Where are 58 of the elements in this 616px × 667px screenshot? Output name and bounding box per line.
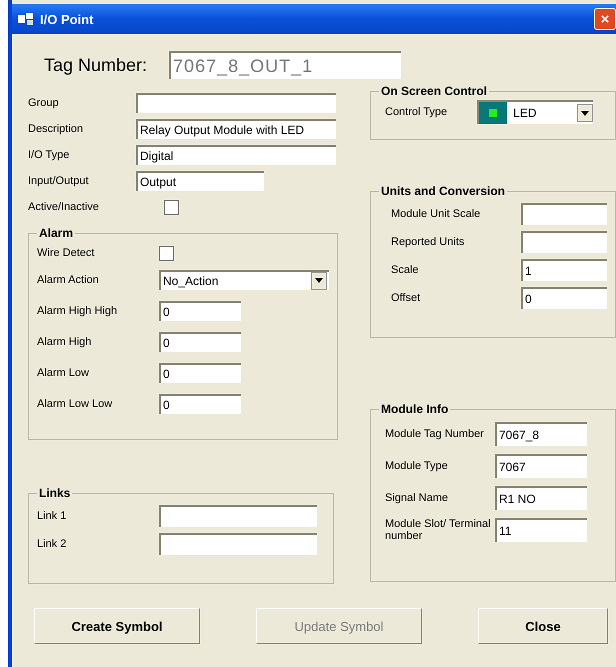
field-label: Link 1 (37, 510, 68, 522)
dropdown-arrow-icon (581, 110, 590, 116)
field-label: Offset (391, 292, 422, 304)
field-label: Module Tag Number (385, 428, 485, 440)
field-label: Input/Output (28, 175, 90, 187)
field-label: Group (28, 97, 60, 109)
text-field[interactable]: 11 (495, 518, 587, 542)
text-field[interactable]: Digital (136, 145, 336, 165)
alarm-action-dropdown[interactable]: No_Action (159, 270, 329, 290)
checkbox[interactable] (159, 246, 174, 260)
text-field[interactable]: 0 (159, 394, 241, 414)
field-label: Active/Inactive (28, 201, 100, 213)
group-title: Alarm (38, 226, 74, 240)
control-type-dropdown[interactable]: LED (477, 100, 594, 124)
app-icon (18, 13, 34, 25)
led-icon (489, 109, 498, 117)
text-field[interactable] (521, 231, 607, 253)
group-title: Units and Conversion (380, 184, 506, 198)
text-field[interactable]: 0 (159, 332, 241, 352)
group-title: Links (38, 486, 72, 500)
dialog-button[interactable]: Create Symbol (34, 608, 200, 644)
group-title: Module Info (380, 402, 450, 416)
field-label: Alarm High High (37, 304, 118, 316)
text-field[interactable] (159, 533, 317, 555)
text-field[interactable]: 0 (521, 287, 607, 309)
window-title: I/O Point (40, 12, 94, 26)
text-field[interactable] (159, 505, 317, 527)
field-label: Wire Detect (37, 247, 96, 259)
field-label: Alarm Low Low (37, 398, 114, 410)
field-label: Link 2 (37, 538, 68, 550)
tag-number-label: Tag Number: (44, 54, 148, 76)
field-label: Reported Units (391, 236, 466, 248)
dropdown-arrow-icon (315, 278, 323, 283)
text-field[interactable]: R1 NO (495, 486, 587, 510)
field-label: Signal Name (385, 492, 449, 504)
close-button[interactable]: × (594, 8, 616, 30)
field-label: Alarm Low (37, 366, 90, 378)
field-label: Description (28, 123, 84, 135)
text-field[interactable] (521, 203, 607, 225)
text-field[interactable]: Relay Output Module with LED (136, 119, 336, 139)
checkbox[interactable] (164, 200, 179, 214)
field-label: I/O Type (28, 149, 70, 161)
field-label: Alarm High (37, 336, 92, 348)
text-field[interactable]: 1 (521, 259, 607, 281)
field-label: Module Type (385, 460, 449, 472)
text-field[interactable]: 0 (159, 300, 241, 320)
group-title: On Screen Control (380, 84, 488, 98)
text-field[interactable] (136, 93, 336, 113)
field-label: Alarm Action (37, 274, 100, 286)
text-field[interactable]: 7067 (495, 454, 587, 478)
text-field[interactable]: 0 (159, 362, 241, 382)
field-label: Module Unit Scale (391, 208, 482, 220)
field-label: Scale (391, 264, 420, 276)
text-field[interactable]: Output (136, 171, 264, 191)
field-label: Module Slot/ Terminal number (385, 518, 492, 542)
dialog-button[interactable]: Close (478, 608, 608, 644)
text-field[interactable]: 7067_8 (495, 422, 587, 446)
field-label: Control Type (385, 106, 448, 118)
